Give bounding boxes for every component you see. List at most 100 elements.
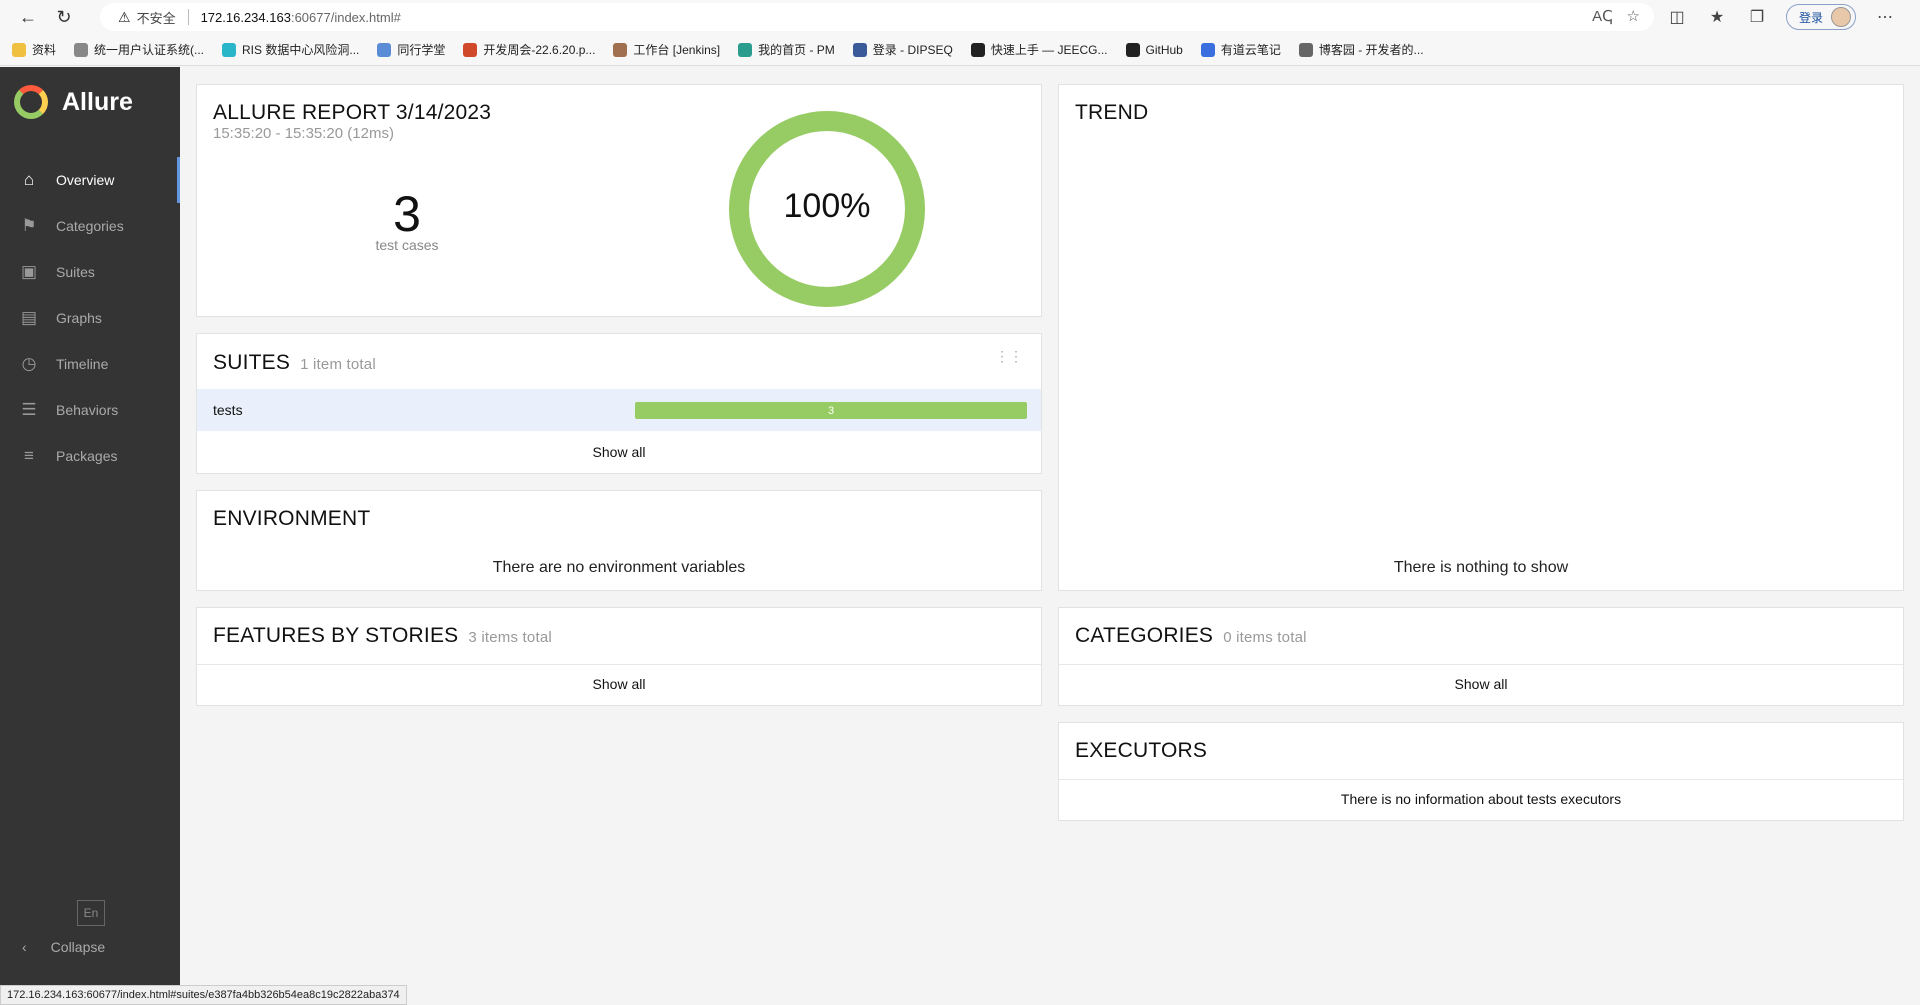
- ppt-icon: [463, 42, 478, 57]
- suite-status-bar: 3: [635, 402, 1027, 419]
- sidebar-item-label: Graphs: [56, 310, 102, 326]
- sidebar-item-suites[interactable]: ▣ Suites: [0, 249, 180, 295]
- sidebar-item-categories[interactable]: ⚑ Categories: [0, 203, 180, 249]
- back-button[interactable]: ←: [10, 0, 46, 34]
- allure-logo-icon: [14, 85, 48, 119]
- address-separator: [187, 9, 189, 25]
- features-show-all-link[interactable]: Show all: [197, 676, 1041, 692]
- youdao-icon: [1200, 42, 1215, 57]
- sidebar-item-label: Behaviors: [56, 402, 119, 418]
- clock-icon: ◷: [21, 354, 37, 373]
- pass-rate-label: 100%: [783, 187, 871, 225]
- security-label: 不安全: [136, 10, 176, 26]
- bookmark-label: RIS 数据中心风险洞...: [242, 43, 360, 57]
- bookmark-label: 博客园 - 开发者的...: [1318, 43, 1424, 57]
- sidebar-item-label: Overview: [56, 172, 115, 188]
- suites-widget: SUITES 1 item total ⋮⋮ tests 3 Show all: [196, 333, 1042, 474]
- favorite-add-icon[interactable]: ☆: [1627, 7, 1640, 25]
- collapse-button[interactable]: ‹ Collapse: [22, 939, 105, 955]
- bookmark-item[interactable]: 有道云笔记: [1200, 41, 1281, 58]
- categories-show-all-link[interactable]: Show all: [1059, 676, 1903, 692]
- pm-icon: [738, 42, 753, 57]
- bookmark-item[interactable]: 登录 - DIPSEQ: [852, 41, 953, 58]
- bookmark-item[interactable]: 我的首页 - PM: [738, 41, 835, 58]
- categories-title: CATEGORIES 0 items total: [1075, 624, 1307, 648]
- bookmark-item[interactable]: 统一用户认证系统(...: [74, 41, 204, 58]
- graduation-icon: [377, 42, 392, 57]
- address-actions: Aↅ ☆: [1592, 7, 1640, 25]
- home-icon: ⌂: [23, 170, 35, 189]
- features-title-text: FEATURES BY STORIES: [213, 624, 459, 647]
- bookmark-item[interactable]: GitHub: [1125, 42, 1183, 57]
- more-icon[interactable]: ⋯: [1874, 7, 1896, 27]
- brand[interactable]: Allure: [0, 67, 180, 137]
- sidebar: Allure ⌂ Overview ⚑ Categories ▣ Suites ▤ Graph…: [0, 67, 180, 985]
- trend-empty-text: There is nothing to show: [1393, 559, 1569, 576]
- executors-title: EXECUTORS: [1075, 739, 1208, 762]
- github-icon: [1125, 42, 1140, 57]
- jeecg-icon: [970, 42, 985, 57]
- bookmark-label: 开发周会-22.6.20.p...: [483, 43, 596, 57]
- align-left-icon: ≡: [24, 446, 34, 465]
- bookmark-label: 统一用户认证系统(...: [94, 43, 205, 57]
- read-aloud-icon[interactable]: Aↅ: [1592, 7, 1612, 25]
- features-count: 3 items total: [468, 629, 552, 646]
- report-title: ALLURE REPORT 3/14/2023: [213, 101, 492, 124]
- features-divider: [197, 664, 1041, 665]
- language-selector[interactable]: En: [77, 900, 105, 926]
- suites-count: 1 item total: [300, 356, 376, 373]
- test-case-label: test cases: [375, 237, 439, 253]
- address-bar[interactable]: ⚠ 不安全 172.16.234.163:60677/index.html# A…: [100, 3, 1654, 31]
- page-icon: [74, 42, 89, 57]
- features-widget: FEATURES BY STORIES 3 items total Show a…: [196, 607, 1042, 706]
- sidebar-item-packages[interactable]: ≡ Packages: [0, 433, 180, 479]
- bookmark-item[interactable]: 开发周会-22.6.20.p...: [463, 41, 595, 58]
- report-time-range: 15:35:20 - 15:35:20 (12ms): [213, 125, 394, 142]
- bookmark-item[interactable]: 同行学堂: [377, 41, 445, 58]
- login-label: 登录: [1799, 10, 1824, 25]
- sidebar-item-graphs[interactable]: ▤ Graphs: [0, 295, 180, 341]
- collections-icon[interactable]: ❐: [1746, 7, 1768, 27]
- collapse-label: Collapse: [50, 939, 106, 955]
- bookmark-item[interactable]: 工作台 [Jenkins]: [613, 41, 720, 58]
- sidebar-item-timeline[interactable]: ◷ Timeline: [0, 341, 180, 387]
- bookmark-label: GitHub: [1145, 42, 1183, 57]
- status-bar: 172.16.234.163:60677/index.html#suites/e…: [0, 985, 407, 1005]
- sidebar-item-label: Packages: [56, 448, 118, 464]
- environment-title: ENVIRONMENT: [213, 507, 371, 530]
- dipseq-icon: [852, 42, 867, 57]
- sidebar-item-behaviors[interactable]: ☰ Behaviors: [0, 387, 180, 433]
- bookmark-label: 我的首页 - PM: [758, 43, 835, 57]
- sidebar-item-overview[interactable]: ⌂ Overview: [0, 157, 180, 203]
- sidebar-item-label: Timeline: [56, 356, 109, 372]
- bookmark-label: 快速上手 — JEECG...: [990, 43, 1108, 57]
- bookmark-label: 有道云笔记: [1220, 43, 1281, 57]
- reload-button[interactable]: ↻: [46, 0, 82, 34]
- suites-show-all-link[interactable]: Show all: [197, 444, 1041, 460]
- flag-icon: ⚑: [21, 216, 37, 235]
- bookmark-label: 登录 - DIPSEQ: [872, 43, 953, 57]
- reload-icon: ↻: [56, 6, 72, 27]
- features-title: FEATURES BY STORIES 3 items total: [213, 624, 552, 648]
- list-icon: ☰: [21, 400, 37, 419]
- bookmark-item[interactable]: 资料: [12, 41, 56, 58]
- bookmark-label: 资料: [32, 43, 57, 57]
- environment-empty-text: There are no environment variables: [492, 559, 746, 576]
- bookmark-label: 同行学堂: [397, 43, 446, 57]
- sidebar-menu: ⌂ Overview ⚑ Categories ▣ Suites ▤ Graphs ◷ Timel…: [0, 157, 180, 479]
- warning-icon: ⚠: [118, 8, 131, 25]
- bar-chart-icon: ▤: [20, 308, 38, 327]
- split-screen-icon[interactable]: ◫: [1666, 7, 1688, 27]
- bookmark-item[interactable]: 快速上手 — JEECG...: [970, 41, 1108, 58]
- test-case-count: 3: [393, 186, 421, 242]
- table-row[interactable]: tests 3: [197, 389, 1041, 431]
- drag-handle-icon[interactable]: ⋮⋮: [995, 348, 1023, 365]
- bookmark-item[interactable]: RIS 数据中心风险洞...: [222, 41, 359, 58]
- suite-passed-fill: 3: [635, 402, 1027, 419]
- bookmark-item[interactable]: 博客园 - 开发者的...: [1298, 41, 1424, 58]
- categories-divider: [1059, 664, 1903, 665]
- login-button[interactable]: 登录: [1786, 4, 1857, 30]
- favorites-icon[interactable]: ★: [1706, 7, 1728, 27]
- browser-actions: ◫ ★ ❐ 登录 ⋯: [1666, 0, 1896, 34]
- trend-title: TREND: [1075, 101, 1149, 124]
